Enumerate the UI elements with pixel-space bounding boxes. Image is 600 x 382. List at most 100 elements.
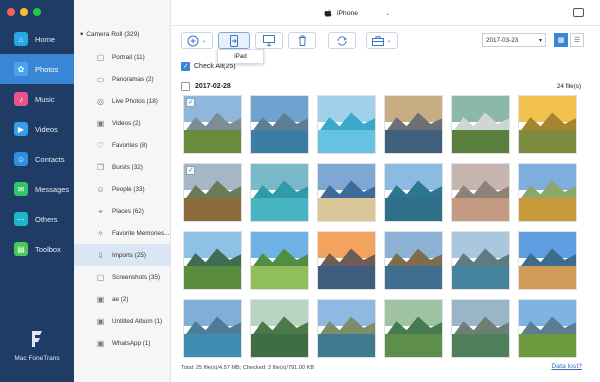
- photo-thumbnail[interactable]: [384, 163, 443, 222]
- check-all-checkbox[interactable]: [181, 62, 190, 71]
- photo-thumbnail[interactable]: [317, 231, 376, 290]
- check-all-label: Check All(25): [194, 63, 236, 70]
- refresh-icon: [337, 35, 347, 46]
- memories-icon: ✧: [97, 228, 104, 238]
- date-filter-value: 2017-03-23: [486, 36, 519, 44]
- close-window-button[interactable]: [7, 8, 15, 16]
- photo-thumbnail[interactable]: [451, 163, 510, 222]
- photo-thumbnail[interactable]: [518, 95, 577, 154]
- album-item[interactable]: ☺ People (33): [74, 178, 170, 200]
- album-item[interactable]: ♡ Favorites (8): [74, 134, 170, 156]
- export-to-device-icon: [230, 34, 238, 47]
- photo-thumbnail[interactable]: [518, 163, 577, 222]
- nav-item-contacts[interactable]: ☺ Contacts: [0, 144, 74, 174]
- zoom-window-button[interactable]: [33, 8, 41, 16]
- photo-thumbnail[interactable]: [183, 299, 242, 358]
- album-item[interactable]: ⌖ Places (62): [74, 200, 170, 222]
- album-item[interactable]: ▢ Portrait (11): [74, 46, 170, 68]
- home-icon: ⌂: [14, 32, 28, 46]
- album-item[interactable]: ◎ Live Photos (18): [74, 90, 170, 112]
- photo-thumbnail[interactable]: [250, 163, 309, 222]
- album-icon: ▣: [96, 338, 105, 348]
- refresh-button[interactable]: [328, 32, 356, 49]
- photo-thumbnail[interactable]: [317, 95, 376, 154]
- data-lost-link[interactable]: Data lost?: [551, 363, 582, 370]
- photo-thumbnail[interactable]: [518, 231, 577, 290]
- photo-thumbnail[interactable]: [317, 163, 376, 222]
- nav-item-label: Photos: [35, 64, 59, 74]
- album-sidebar: ▾ Camera Roll (329) ▢ Portrait (11) ▭ Panor…: [74, 0, 171, 382]
- album-root-label: Camera Roll (329): [86, 30, 140, 38]
- album-item[interactable]: ▣ ae (2): [74, 288, 170, 310]
- photo-thumbnail[interactable]: [384, 299, 443, 358]
- photo-thumbnail[interactable]: [250, 95, 309, 154]
- live-photos-icon: ◎: [97, 96, 104, 106]
- album-root[interactable]: ▾ Camera Roll (329): [80, 30, 140, 39]
- album-item[interactable]: ▢ Screenshots (35): [74, 266, 170, 288]
- photo-thumbnail[interactable]: [183, 95, 242, 154]
- photos-icon: ✿: [14, 62, 28, 76]
- nav-item-music[interactable]: ♪ Music: [0, 84, 74, 114]
- album-item-label: Untitled Album (1): [112, 317, 163, 325]
- photo-checkbox[interactable]: [186, 166, 195, 175]
- album-item[interactable]: ▭ Panoramas (2): [74, 68, 170, 90]
- album-item-label: Live Photos (18): [112, 97, 158, 105]
- others-icon: ⋯: [14, 212, 28, 226]
- photo-thumbnail[interactable]: [183, 231, 242, 290]
- nav-item-label: Others: [35, 214, 58, 224]
- nav-item-messages[interactable]: ✉ Messages: [0, 174, 74, 204]
- album-item[interactable]: ❐ Bursts (32): [74, 156, 170, 178]
- feedback-icon[interactable]: [573, 8, 584, 17]
- add-button[interactable]: ⌄: [181, 32, 213, 49]
- trash-icon: [298, 35, 306, 46]
- album-item-label: People (33): [112, 185, 145, 193]
- delete-button[interactable]: [288, 32, 316, 49]
- photo-thumbnail[interactable]: [451, 231, 510, 290]
- export-to-device-button[interactable]: [218, 32, 250, 49]
- photo-checkbox[interactable]: [186, 98, 195, 107]
- album-item[interactable]: ▣ Videos (2): [74, 112, 170, 134]
- photo-thumbnail[interactable]: [250, 299, 309, 358]
- panorama-album-icon: ▭: [96, 74, 105, 84]
- date-group-label: 2017-02-28: [195, 82, 231, 90]
- album-item[interactable]: ▣ WhatsApp (1): [74, 332, 170, 354]
- nav-item-photos[interactable]: ✿ Photos: [0, 54, 74, 84]
- nav-item-label: Music: [35, 94, 55, 104]
- album-item[interactable]: ▣ Untitled Album (1): [74, 310, 170, 332]
- album-item[interactable]: ✧ Favorite Memories...: [74, 222, 170, 244]
- chevron-down-icon: ⌄: [385, 10, 391, 17]
- date-group-checkbox[interactable]: [181, 81, 190, 91]
- chevron-down-icon: ⌄: [386, 38, 392, 44]
- export-to-pc-button[interactable]: [255, 32, 283, 49]
- minimize-window-button[interactable]: [20, 8, 28, 16]
- nav-item-toolbox[interactable]: ▤ Toolbox: [0, 234, 74, 264]
- device-selector[interactable]: iPhone ⌄: [279, 5, 435, 21]
- nav-item-home[interactable]: ⌂ Home: [0, 24, 74, 54]
- nav-item-label: Contacts: [35, 154, 65, 164]
- photo-thumbnail[interactable]: [183, 163, 242, 222]
- photo-thumbnail[interactable]: [384, 95, 443, 154]
- album-item-label: ae (2): [112, 295, 129, 303]
- nav-item-label: Videos: [35, 124, 58, 134]
- photo-thumbnail[interactable]: [518, 299, 577, 358]
- nav-item-others[interactable]: ⋯ Others: [0, 204, 74, 234]
- grid-view-icon: ▦: [557, 37, 565, 44]
- grid-view-button[interactable]: ▦: [554, 33, 568, 47]
- album-item[interactable]: ⇩ Imports (25): [74, 244, 170, 266]
- album-item-label: Videos (2): [112, 119, 141, 127]
- device-name: iPhone: [336, 9, 359, 17]
- album-item-label: Screenshots (35): [112, 273, 160, 281]
- album-item-label: Favorite Memories...: [112, 229, 170, 237]
- bursts-icon: ❐: [96, 162, 105, 172]
- photo-thumbnail[interactable]: [451, 95, 510, 154]
- chevron-down-icon[interactable]: ▾: [80, 30, 83, 38]
- photo-thumbnail[interactable]: [384, 231, 443, 290]
- album-item-label: Bursts (32): [112, 163, 143, 171]
- photo-thumbnail[interactable]: [451, 299, 510, 358]
- date-filter[interactable]: 2017-03-23 ▾: [482, 33, 546, 47]
- photo-thumbnail[interactable]: [250, 231, 309, 290]
- toolbox-button[interactable]: ⌄: [366, 32, 398, 49]
- photo-thumbnail[interactable]: [317, 299, 376, 358]
- list-view-button[interactable]: ☰: [570, 33, 584, 47]
- nav-item-videos[interactable]: ▶ Videos: [0, 114, 74, 144]
